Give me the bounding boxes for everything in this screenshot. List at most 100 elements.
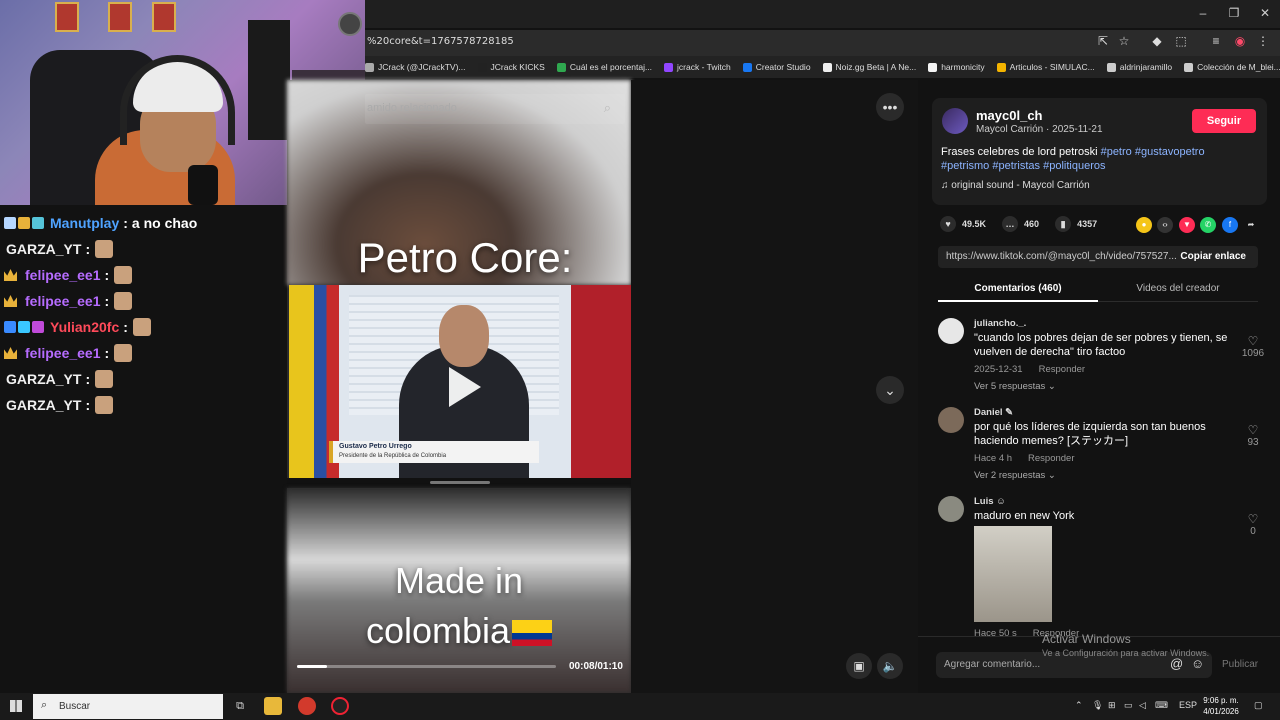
view-replies-button[interactable]: Ver 5 respuestas ⌄ <box>974 381 1056 392</box>
minimize-button[interactable]: – <box>1188 6 1218 20</box>
comment-username[interactable]: juliancho._. <box>974 318 1026 329</box>
pip-icon[interactable]: ▣ <box>846 653 872 679</box>
chat-separator: : <box>104 267 110 283</box>
whatsapp-icon[interactable]: ✆ <box>1200 217 1216 233</box>
comment-like-button[interactable]: ♡ 0 <box>1238 512 1268 537</box>
address-bar[interactable]: %20core&t=1767578728185 ⇱ ☆ ◆ ⬚ ≡ ◉ ⋮ <box>365 30 1280 56</box>
heart-outline-icon: ♡ <box>1247 423 1259 437</box>
chrome-icon[interactable] <box>298 697 316 715</box>
menu-dots-icon[interactable]: ⋮ <box>1255 34 1271 48</box>
speaker-icon[interactable]: ◁ <box>1139 700 1146 711</box>
comment-button[interactable]: … 460 <box>1002 216 1039 232</box>
close-window-button[interactable]: ✕ <box>1250 6 1280 20</box>
url-text[interactable]: %20core&t=1767578728185 <box>367 36 514 47</box>
related-search-bar[interactable]: amido relacionado ⌕ <box>365 94 625 124</box>
display-icon[interactable]: ▭ <box>1124 700 1133 711</box>
bookmark-item[interactable]: Articulos - SIMULAC... <box>996 62 1095 72</box>
like-button[interactable]: ♥ 49.5K <box>940 216 986 232</box>
video-progress-bar[interactable] <box>297 665 556 668</box>
comment-image[interactable] <box>974 526 1052 622</box>
media-control-icon[interactable]: ≡ <box>1208 34 1224 48</box>
bookmark-favicon-icon <box>365 62 374 72</box>
mic-icon[interactable]: 🎙 <box>1092 700 1103 711</box>
tray-chevron-icon[interactable]: ⌃ <box>1075 700 1083 711</box>
hashtag-link[interactable]: #petrismo <box>941 160 989 172</box>
volume-icon[interactable]: 🔈 <box>877 653 903 679</box>
obs-icon[interactable] <box>331 697 349 715</box>
chat-separator: : <box>85 397 91 413</box>
send-icon[interactable]: ▼ <box>1179 217 1195 233</box>
embed-icon[interactable]: ‹› <box>1157 217 1173 233</box>
comment-avatar[interactable] <box>938 318 964 344</box>
chat-message: GARZA_YT: <box>0 366 287 392</box>
hashtag-link[interactable]: #politiqueros <box>1043 160 1105 172</box>
restore-button[interactable]: ❐ <box>1219 6 1249 20</box>
share-arrow-icon[interactable]: ➦ <box>1243 217 1259 233</box>
tab-comments[interactable]: Comentarios (460) <box>938 283 1098 294</box>
reply-button[interactable]: Responder <box>1039 364 1085 375</box>
install-app-icon[interactable]: ⇱ <box>1095 34 1111 48</box>
comment-like-button[interactable]: ♡ 1096 <box>1238 334 1268 359</box>
taskbar-search[interactable]: ⌕ Buscar <box>33 694 223 719</box>
publish-button[interactable]: Publicar <box>1222 659 1258 670</box>
view-replies-button[interactable]: Ver 2 respuestas ⌄ <box>974 470 1056 481</box>
extension-icon[interactable]: ◆ <box>1149 34 1165 48</box>
bookmark-item[interactable]: Noiz.gg Beta | A Ne... <box>822 62 916 72</box>
bookmark-item[interactable]: jcrack - Twitch <box>664 62 731 72</box>
comment-item: Luis ☺ maduro en new York Hace 50 s Respo… <box>938 496 1268 636</box>
creator-avatar[interactable] <box>942 108 968 134</box>
microphone <box>188 165 218 205</box>
taskbar-time: 9:06 p. m. <box>1203 696 1239 705</box>
task-view-icon[interactable]: ⧉ <box>231 697 249 715</box>
taskbar-clock[interactable]: 9:06 p. m. 4/01/2026 <box>1198 695 1244 717</box>
bookmark-item[interactable]: Creator Studio <box>742 62 811 72</box>
bookmark-item[interactable]: Colección de M_blei... <box>1184 62 1280 72</box>
keyboard-icon[interactable]: ⌨ <box>1155 700 1168 711</box>
notifications-icon[interactable]: ▢ <box>1254 700 1263 711</box>
search-icon[interactable]: ⌕ <box>604 100 611 116</box>
mention-icon[interactable]: @ <box>1170 656 1183 671</box>
bookmark-item[interactable]: harmonicity <box>928 62 985 72</box>
bookmark-label: Creator Studio <box>755 62 811 72</box>
bookmark-item[interactable]: aldrinjaramillo <box>1106 62 1172 72</box>
comment-like-button[interactable]: ♡ 93 <box>1238 423 1268 448</box>
reply-button[interactable]: Responder <box>1028 453 1074 464</box>
bookmark-item[interactable]: Cuál es el porcentaj... <box>556 62 653 72</box>
video-link-text[interactable]: https://www.tiktok.com/@mayc0l_ch/video/… <box>946 251 1178 262</box>
hashtag-link[interactable]: #petristas <box>992 160 1040 172</box>
bookmark-label: Cuál es el porcentaj... <box>569 62 653 72</box>
emoji-icon[interactable]: ☺ <box>1191 656 1204 671</box>
copy-link-button[interactable]: Copiar enlace <box>1180 251 1246 262</box>
video-clip-frame[interactable]: Gustavo Petro Urrego Presidente de la Re… <box>289 285 631 478</box>
comment-username[interactable]: Daniel ✎ <box>974 407 1013 418</box>
video-link-box[interactable]: https://www.tiktok.com/@mayc0l_ch/video/… <box>938 246 1258 268</box>
facebook-icon[interactable]: f <box>1222 217 1238 233</box>
windows-start-icon[interactable] <box>10 700 22 712</box>
bookmark-star-icon[interactable]: ☆ <box>1116 34 1132 48</box>
comment-username[interactable]: Luis ☺ <box>974 496 1006 507</box>
file-explorer-icon[interactable] <box>264 697 282 715</box>
swipe-handle[interactable] <box>430 481 490 484</box>
profile-icon[interactable]: ◉ <box>1232 34 1248 48</box>
chat-username: felipee_ee1 <box>25 267 101 283</box>
more-options-icon[interactable]: ••• <box>876 93 904 121</box>
chevron-down-icon[interactable]: ⌄ <box>876 376 904 404</box>
creator-username[interactable]: mayc0l_ch <box>976 108 1043 123</box>
network-icon[interactable]: ⊞ <box>1108 700 1116 711</box>
comment-avatar[interactable] <box>938 496 964 522</box>
save-button[interactable]: ▮ 4357 <box>1055 216 1097 232</box>
tab-creator-videos[interactable]: Videos del creador <box>1098 283 1258 294</box>
follow-button[interactable]: Seguir <box>1192 109 1256 133</box>
comment-avatar[interactable] <box>938 407 964 433</box>
hashtag-link[interactable]: #petro <box>1101 146 1132 158</box>
language-indicator[interactable]: ESP <box>1179 700 1197 710</box>
like-count: 49.5K <box>962 219 987 229</box>
puzzle-icon[interactable]: ⬚ <box>1173 34 1189 48</box>
hashtag-link[interactable]: #gustavopetro <box>1135 146 1205 158</box>
bookmark-item[interactable]: JCrack (@JCrackTV)... <box>365 62 466 72</box>
sound-link[interactable]: ♫ original sound - Maycol Carrión <box>941 180 1090 191</box>
bookmark-item[interactable]: JCrack KICKS <box>477 62 545 72</box>
caption-bottom-line2-wrap: colombia <box>287 606 631 656</box>
coin-icon[interactable]: ● <box>1136 217 1152 233</box>
play-icon[interactable] <box>449 367 481 407</box>
